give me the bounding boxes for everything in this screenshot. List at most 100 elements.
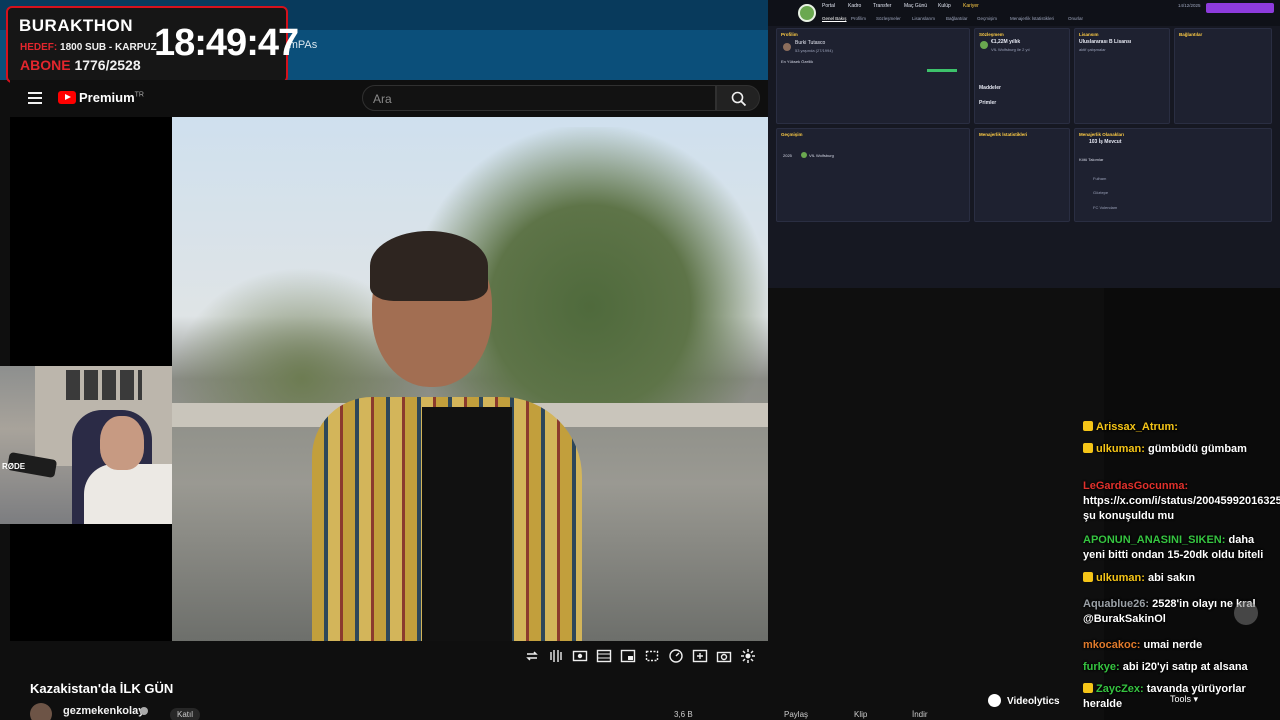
chat-user[interactable]: LeGardasGocunma:	[1083, 480, 1188, 492]
stats-header: Menajerlik İstatistikleri	[979, 132, 1028, 137]
game-window: Portal Kadro Transfer Maç Günü Kulüp Kar…	[768, 0, 1280, 288]
videolytics-icon	[988, 694, 1001, 707]
chat-message: ulkuman: gümbüdü gümbam	[1083, 442, 1278, 457]
game-top-bar: Portal Kadro Transfer Maç Günü Kulüp Kar…	[768, 0, 1280, 26]
videolytics-extension[interactable]: Videolytics	[988, 694, 1060, 707]
chat-user[interactable]: furkye:	[1083, 661, 1120, 673]
chat-user[interactable]: ulkuman:	[1096, 572, 1145, 584]
channel-avatar[interactable]	[30, 703, 52, 720]
region-code: TR	[134, 91, 144, 99]
nav-tab-kariyer[interactable]: Kariyer	[963, 3, 979, 9]
subnav-profilim[interactable]: Profilim	[851, 16, 866, 21]
download-button[interactable]: İndir	[912, 708, 928, 720]
address-bar[interactable]: FmPAs	[280, 36, 760, 54]
continue-button[interactable]	[1206, 3, 1274, 13]
club-crest-icon[interactable]	[798, 4, 816, 22]
team-2[interactable]: Göztepe	[1093, 190, 1108, 195]
contract-club-icon	[980, 41, 988, 49]
video-controls	[520, 648, 760, 668]
manager-age: 53 yaşında (27/1994)	[795, 48, 833, 53]
subscriber-label: ABONE	[20, 57, 71, 73]
video-title: Kazakistan'da İLK GÜN	[30, 681, 174, 696]
tools-menu[interactable]: Tools ▾	[1170, 694, 1198, 705]
chat-user[interactable]: mkocakoc:	[1083, 639, 1140, 651]
screenshot-icon[interactable]	[572, 648, 588, 664]
settings-gear-icon[interactable]	[740, 648, 756, 664]
loop-icon[interactable]	[524, 648, 540, 664]
license-header: Lisansım	[1079, 32, 1099, 37]
contract-club: VfL Wolfsburg ile 2 yıl	[991, 47, 1030, 52]
chat-user[interactable]: APONUN_ANASINI_SIKEN:	[1083, 534, 1225, 546]
film-strip-icon[interactable]	[596, 648, 612, 664]
chat-badge-icon	[1083, 572, 1093, 582]
search-button[interactable]	[716, 85, 760, 111]
profile-panel: Profilim Burki Tutasco 53 yaşında (27/19…	[776, 28, 970, 124]
video-person	[312, 217, 582, 641]
chat-user[interactable]: ulkuman:	[1096, 443, 1145, 455]
nav-tab-kadro[interactable]: Kadro	[848, 3, 861, 9]
teams-header: Kötü Takımlar	[1079, 157, 1104, 162]
youtube-header: PremiumTR Ara	[10, 80, 768, 117]
skill-header: En Yüksek Özellik	[781, 59, 814, 64]
nav-tab-portal[interactable]: Portal	[822, 3, 835, 9]
plus-box-icon[interactable]	[692, 648, 708, 664]
overlay-brand: BURAKTHON	[19, 16, 134, 35]
history-club-icon	[801, 152, 807, 158]
team-1[interactable]: Fulham	[1093, 176, 1106, 181]
nav-tab-transfer[interactable]: Transfer	[873, 3, 891, 9]
contract-panel: Sözleşmem €1,22M yıllık VfL Wolfsburg il…	[974, 28, 1070, 124]
subnav-gecmisim[interactable]: Geçmişim	[977, 16, 997, 21]
nav-tab-kulup[interactable]: Kulüp	[938, 3, 951, 9]
chat-user[interactable]: ZaycZex:	[1096, 683, 1144, 695]
contract-bonuses: Primler	[979, 100, 997, 106]
chat-message: ulkuman: abi sakın	[1083, 571, 1278, 586]
chat-badge-icon	[1083, 443, 1093, 453]
chat-message: mkocakoc: umai nerde	[1083, 638, 1278, 653]
speed-icon[interactable]	[668, 648, 684, 664]
subnav-baglantilar[interactable]: Bağlantılar	[946, 16, 968, 21]
channel-name[interactable]: gezmekenkolay	[63, 705, 144, 717]
camera-icon[interactable]	[716, 648, 732, 664]
subnav-istatistik[interactable]: Menajerlik İstatistikleri	[1010, 16, 1054, 21]
subnav-sozlesmeler[interactable]: Sözleşmeler	[876, 16, 901, 21]
search-input[interactable]: Ara	[362, 85, 716, 111]
chat-user[interactable]: Aquablue26:	[1083, 598, 1149, 610]
audio-wave-icon[interactable]	[548, 648, 564, 664]
crop-icon[interactable]	[644, 648, 660, 664]
youtube-logo-icon[interactable]	[58, 91, 76, 104]
skill-bar	[927, 69, 957, 72]
team-3[interactable]: FC Volendam	[1093, 205, 1117, 210]
join-button[interactable]: Katıl	[170, 708, 200, 720]
license-panel: Lisansım Uluslararası B Lisansı aktif ça…	[1074, 28, 1170, 124]
game-date: 14/12/2025	[1178, 3, 1201, 8]
subnav-genel-bakis[interactable]: Genel Bakış	[822, 16, 847, 21]
picture-in-picture-icon[interactable]	[620, 648, 636, 664]
verified-icon	[140, 707, 148, 715]
chat-message: APONUN_ANASINI_SIKEN: daha yeni bitti on…	[1083, 533, 1278, 563]
contract-clauses: Maddeler	[979, 85, 1001, 91]
chat-text: gümbüdü gümbam	[1147, 443, 1247, 455]
youtube-premium-logo[interactable]: PremiumTR	[79, 90, 144, 105]
premium-text: Premium	[79, 90, 135, 105]
subnav-lisanslarim[interactable]: Lisanslarım	[912, 16, 935, 21]
subnav-onurlar[interactable]: Onurlar	[1068, 16, 1083, 21]
address-text: FmPAs	[282, 39, 318, 51]
nav-tab-mac-gunu[interactable]: Maç Günü	[904, 3, 927, 9]
history-year: 2025	[783, 153, 792, 158]
video-player[interactable]	[172, 117, 768, 641]
chat-user[interactable]: Arissax_Atrum:	[1096, 421, 1178, 433]
share-button[interactable]: Paylaş	[784, 708, 808, 720]
scroll-down-button[interactable]	[1234, 601, 1258, 625]
clip-button[interactable]: Klip	[854, 708, 867, 720]
chat-message: Arissax_Atrum:	[1083, 420, 1278, 435]
chat-message: LeGardasGocunma: https://x.com/i/status/…	[1083, 479, 1280, 524]
subscriber-count: 1776/2528	[74, 57, 141, 73]
menu-icon[interactable]	[28, 92, 42, 104]
jobs-count: 103 İş Mevcut	[1089, 139, 1122, 145]
license-sub: aktif çalışmalar	[1079, 47, 1106, 52]
contract-header: Sözleşmem	[979, 32, 1004, 37]
stats-panel: Menajerlik İstatistikleri	[974, 128, 1070, 222]
like-count[interactable]: 3,6 B	[674, 708, 693, 720]
search-placeholder: Ara	[373, 92, 392, 106]
links-panel: Bağlantılar	[1174, 28, 1272, 124]
